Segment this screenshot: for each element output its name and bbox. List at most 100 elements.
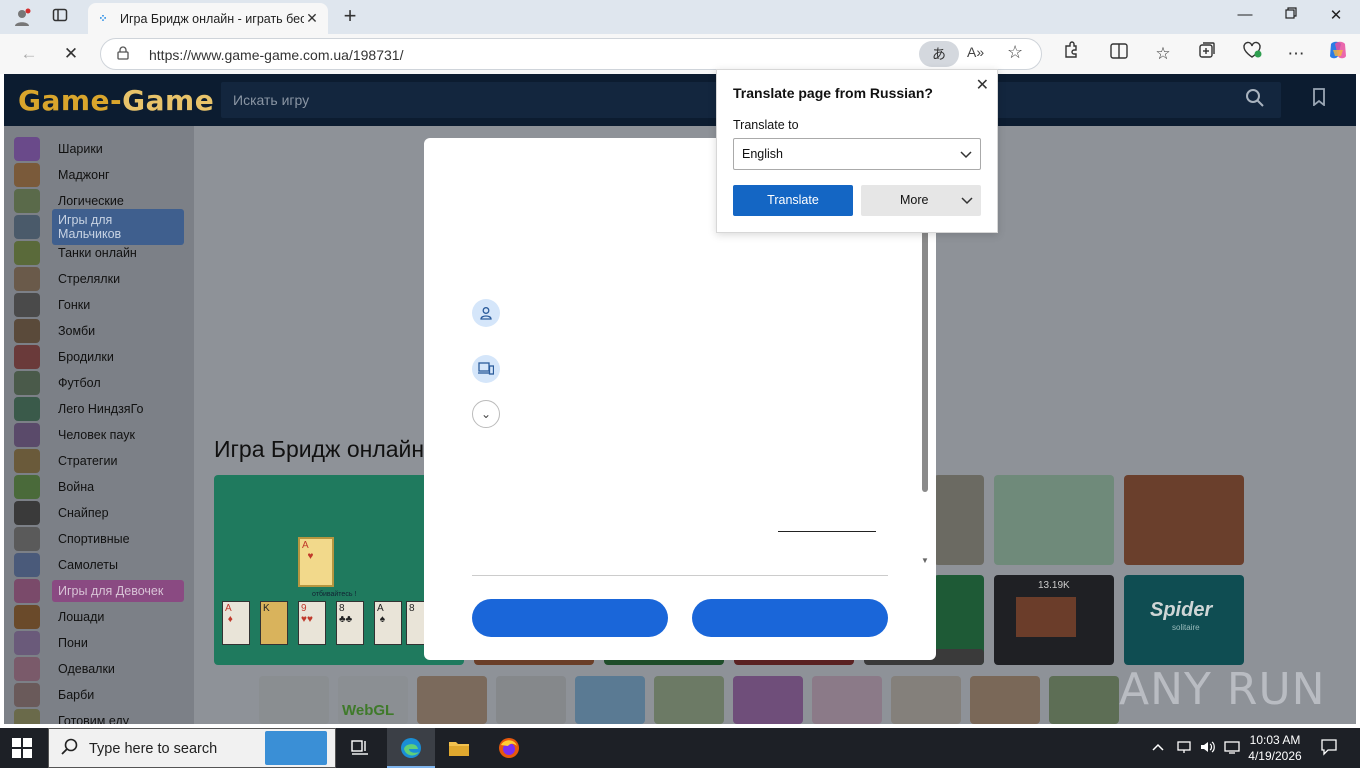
tray-chevron-up-icon[interactable]	[1152, 740, 1164, 755]
back-icon[interactable]: ←	[14, 39, 44, 69]
browser-essentials-icon[interactable]	[1237, 39, 1267, 69]
url-text[interactable]: https://www.game-game.com.ua/198731/	[149, 47, 403, 63]
carousel-thumbnail[interactable]	[417, 676, 487, 724]
sidebar-category-item[interactable]: Маджонг	[14, 162, 189, 188]
carousel-thumbnail[interactable]	[970, 676, 1040, 724]
firefox-icon[interactable]	[485, 728, 533, 768]
sidebar-category-item[interactable]: Стрелялки	[14, 266, 189, 292]
sidebar-category-item[interactable]: Футбол	[14, 370, 189, 396]
restore-icon[interactable]	[1279, 6, 1303, 28]
category-label: Человек паук	[58, 428, 135, 442]
sidebar-category-item[interactable]: Лего НиндзяГо	[14, 396, 189, 422]
link-underline[interactable]	[778, 531, 876, 532]
sidebar-category-item[interactable]: Пони	[14, 630, 189, 656]
sidebar-category-item[interactable]: Готовим еду	[14, 708, 189, 724]
sidebar-category-item[interactable]: Игры для Девочек	[14, 578, 189, 604]
read-aloud-icon[interactable]: A»	[967, 44, 984, 60]
scroll-down-arrow-icon[interactable]: ▼	[921, 556, 929, 565]
favorites-icon[interactable]: ☆	[1148, 39, 1178, 69]
lock-icon[interactable]	[117, 46, 129, 63]
sidebar-category-item[interactable]: Человек паук	[14, 422, 189, 448]
file-explorer-icon[interactable]	[435, 728, 483, 768]
category-icon	[14, 371, 40, 395]
game-thumbnail[interactable]	[1124, 475, 1244, 565]
copilot-icon[interactable]	[1323, 39, 1353, 69]
carousel-thumbnail[interactable]	[575, 676, 645, 724]
expand-chevron-icon[interactable]: ⌄	[472, 400, 500, 428]
extensions-icon[interactable]	[1056, 39, 1086, 69]
browser-toolbar: ← ✕ https://www.game-game.com.ua/198731/…	[0, 34, 1360, 74]
carousel-thumbnail[interactable]	[891, 676, 961, 724]
sidebar-category-item[interactable]: Танки онлайн	[14, 240, 189, 266]
category-icon	[14, 683, 40, 707]
spider-title: Spider	[1150, 599, 1213, 621]
translate-page-icon[interactable]: あ	[919, 41, 959, 67]
sidebar-category-item[interactable]: Барби	[14, 682, 189, 708]
task-view-icon[interactable]	[336, 728, 384, 768]
collections-icon[interactable]	[1192, 39, 1222, 69]
tab-close-icon[interactable]: ✕	[304, 10, 320, 27]
sidebar-category-item[interactable]: Стратегии	[14, 448, 189, 474]
category-icon	[14, 345, 40, 369]
sidebar-category-item[interactable]: Бродилки	[14, 344, 189, 370]
carousel-thumbnail-webgl[interactable]: WebGL	[338, 676, 408, 724]
close-icon[interactable]: ✕	[976, 75, 989, 95]
dialog-scrollbar[interactable]	[922, 230, 928, 492]
sidebar-category-item[interactable]: Лошади	[14, 604, 189, 630]
carousel-thumbnail[interactable]	[1049, 676, 1119, 724]
sidebar-category-item[interactable]: Война	[14, 474, 189, 500]
consent-button-left[interactable]	[472, 599, 668, 637]
search-highlight-icon	[265, 731, 327, 765]
favorite-star-icon[interactable]: ☆	[1007, 42, 1023, 63]
spider-solitaire-thumbnail[interactable]: Spider solitaire	[1124, 575, 1244, 665]
close-icon[interactable]: ✕	[1324, 6, 1348, 28]
carousel-thumbnail[interactable]	[812, 676, 882, 724]
logo-text-1: Game-	[18, 84, 123, 117]
settings-more-icon[interactable]: ⋯	[1281, 39, 1311, 69]
network-icon[interactable]	[1176, 740, 1192, 757]
new-tab-button[interactable]: +	[338, 4, 362, 28]
sidebar-category-item[interactable]: Одевалки	[14, 656, 189, 682]
carousel-thumbnail[interactable]	[496, 676, 566, 724]
windows-start-icon[interactable]	[12, 738, 32, 758]
sidebar-category-item[interactable]: Гонки	[14, 292, 189, 318]
selected-language: English	[742, 147, 783, 161]
taskbar-clock[interactable]: 10:03 AM 4/19/2026	[1244, 732, 1306, 764]
edge-taskbar-icon[interactable]	[387, 728, 435, 768]
split-screen-icon[interactable]	[1104, 39, 1134, 69]
ethernet-icon[interactable]	[1224, 740, 1240, 757]
sidebar-category-item[interactable]: Спортивные	[14, 526, 189, 552]
carousel-thumbnail[interactable]	[654, 676, 724, 724]
profile-icon[interactable]	[12, 7, 32, 27]
sidebar-category-item[interactable]: Игры для Мальчиков	[14, 209, 189, 245]
sidebar-category-item[interactable]: Зомби	[14, 318, 189, 344]
person-icon	[472, 299, 500, 327]
site-logo[interactable]: Game-Game	[18, 84, 214, 117]
language-select[interactable]: English	[733, 138, 981, 170]
sidebar-category-item[interactable]: Самолеты	[14, 552, 189, 578]
sidebar-category-item[interactable]: Снайпер	[14, 500, 189, 526]
tab-actions-icon[interactable]	[50, 7, 70, 27]
translate-button[interactable]: Translate	[733, 185, 853, 216]
taskbar-search-input[interactable]: Type here to search	[48, 728, 336, 768]
category-icon	[14, 189, 40, 213]
game-2048-thumbnail[interactable]: 13.19K	[994, 575, 1114, 665]
browser-tab[interactable]: ⁘ Игра Бридж онлайн - играть бес ✕	[88, 3, 328, 34]
search-icon[interactable]	[1245, 88, 1267, 110]
game-thumbnail[interactable]	[934, 475, 984, 565]
tab-title: Игра Бридж онлайн - играть бес	[120, 11, 304, 26]
stop-loading-icon[interactable]: ✕	[56, 39, 86, 69]
minimize-icon[interactable]: —	[1233, 6, 1257, 28]
volume-icon[interactable]	[1200, 740, 1216, 757]
address-bar[interactable]: https://www.game-game.com.ua/198731/ あ A…	[100, 38, 1042, 70]
carousel-thumbnail[interactable]	[733, 676, 803, 724]
game-thumbnail[interactable]	[994, 475, 1114, 565]
card: 9 ♥♥	[298, 601, 326, 645]
more-button[interactable]: More	[861, 185, 981, 216]
category-icon	[14, 527, 40, 551]
sidebar-category-item[interactable]: Шарики	[14, 136, 189, 162]
consent-button-right[interactable]	[692, 599, 888, 637]
bookmark-icon[interactable]	[1312, 88, 1326, 111]
notifications-icon[interactable]	[1320, 738, 1338, 759]
carousel-thumbnail[interactable]	[259, 676, 329, 724]
